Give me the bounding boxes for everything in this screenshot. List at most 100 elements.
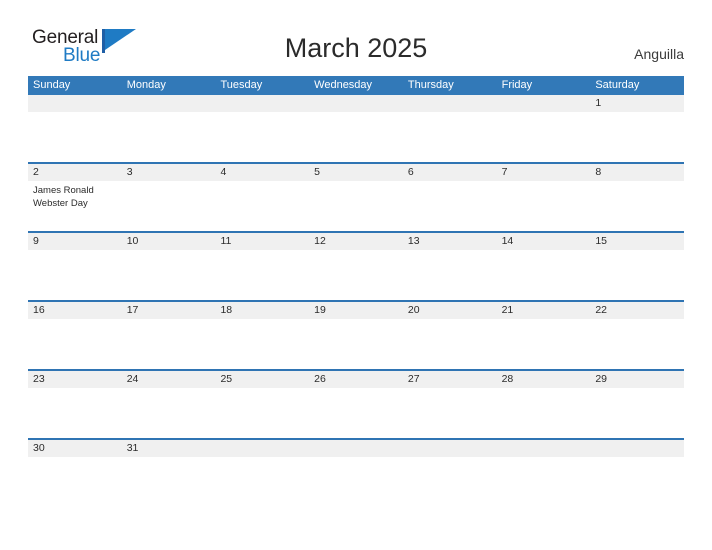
- day-cell[interactable]: [215, 319, 309, 369]
- week-event-band: [28, 319, 684, 369]
- week-row: 16 17 18 19 20 21 22: [28, 300, 684, 369]
- day-cell[interactable]: [309, 319, 403, 369]
- day-number[interactable]: 27: [403, 371, 497, 388]
- weekday-header-wednesday: Wednesday: [314, 79, 373, 91]
- page-title: March 2025: [284, 33, 428, 63]
- week-event-band: James Ronald Webster Day: [28, 181, 684, 231]
- day-cell: [309, 457, 403, 507]
- day-number[interactable]: 28: [497, 371, 591, 388]
- day-cell[interactable]: [403, 250, 497, 300]
- day-cell[interactable]: [122, 181, 216, 231]
- day-cell[interactable]: [28, 250, 122, 300]
- day-number[interactable]: 16: [28, 302, 122, 319]
- day-number[interactable]: 3: [122, 164, 216, 181]
- day-cell: [215, 457, 309, 507]
- day-number[interactable]: 2: [28, 164, 122, 181]
- week-event-band: [28, 457, 684, 507]
- day-number[interactable]: 19: [309, 302, 403, 319]
- day-number[interactable]: 6: [403, 164, 497, 181]
- day-number[interactable]: 9: [28, 233, 122, 250]
- day-number[interactable]: 18: [215, 302, 309, 319]
- day-number: [309, 440, 403, 457]
- day-cell[interactable]: [122, 319, 216, 369]
- day-number: [28, 95, 122, 112]
- day-cell[interactable]: [497, 319, 591, 369]
- day-number: [497, 95, 591, 112]
- day-cell[interactable]: [590, 181, 684, 231]
- day-cell[interactable]: [122, 457, 216, 507]
- day-cell[interactable]: [403, 319, 497, 369]
- day-number[interactable]: 11: [215, 233, 309, 250]
- day-number[interactable]: 4: [215, 164, 309, 181]
- day-number[interactable]: 12: [309, 233, 403, 250]
- day-cell[interactable]: James Ronald Webster Day: [28, 181, 122, 231]
- day-number: [403, 440, 497, 457]
- day-number: [309, 95, 403, 112]
- day-number: [497, 440, 591, 457]
- day-cell: [28, 112, 122, 162]
- day-number[interactable]: 24: [122, 371, 216, 388]
- weekday-header-tuesday: Tuesday: [220, 79, 263, 91]
- week-date-band: 30 31: [28, 440, 684, 457]
- day-number[interactable]: 14: [497, 233, 591, 250]
- day-cell[interactable]: [215, 388, 309, 438]
- weekday-header-friday: Friday: [501, 79, 533, 91]
- day-number[interactable]: 17: [122, 302, 216, 319]
- day-number[interactable]: 13: [403, 233, 497, 250]
- day-number[interactable]: 22: [590, 302, 684, 319]
- day-cell[interactable]: [28, 319, 122, 369]
- weekday-header-sunday: Sunday: [33, 79, 71, 91]
- day-cell[interactable]: [215, 250, 309, 300]
- day-cell[interactable]: [403, 388, 497, 438]
- day-cell[interactable]: [122, 388, 216, 438]
- week-date-band: 16 17 18 19 20 21 22: [28, 302, 684, 319]
- day-cell[interactable]: [309, 388, 403, 438]
- day-cell[interactable]: [309, 250, 403, 300]
- day-number: [590, 440, 684, 457]
- day-number[interactable]: 7: [497, 164, 591, 181]
- weekday-header-thursday: Thursday: [407, 79, 454, 91]
- day-number[interactable]: 26: [309, 371, 403, 388]
- day-cell: [590, 457, 684, 507]
- day-cell[interactable]: [590, 112, 684, 162]
- week-date-band: 23 24 25 26 27 28 29: [28, 371, 684, 388]
- day-cell[interactable]: [590, 388, 684, 438]
- location-label: Anguilla: [634, 46, 684, 62]
- day-cell[interactable]: [309, 181, 403, 231]
- calendar-grid: Sunday Monday Tuesday Wednesday Thursday…: [28, 76, 684, 507]
- page-header: General Blue March 2025 Anguilla: [0, 0, 712, 76]
- day-cell[interactable]: [497, 250, 591, 300]
- day-number[interactable]: 30: [28, 440, 122, 457]
- day-number[interactable]: 21: [497, 302, 591, 319]
- day-number[interactable]: 1: [590, 95, 684, 112]
- day-number[interactable]: 8: [590, 164, 684, 181]
- day-number[interactable]: 29: [590, 371, 684, 388]
- week-row: 2 3 4 5 6 7 8 James Ronald Webster Day: [28, 162, 684, 231]
- day-number[interactable]: 25: [215, 371, 309, 388]
- day-cell[interactable]: [497, 181, 591, 231]
- day-cell[interactable]: [590, 250, 684, 300]
- day-cell[interactable]: [403, 181, 497, 231]
- day-cell[interactable]: [215, 181, 309, 231]
- day-cell[interactable]: [28, 388, 122, 438]
- day-number[interactable]: 23: [28, 371, 122, 388]
- day-number[interactable]: 20: [403, 302, 497, 319]
- day-cell[interactable]: [28, 457, 122, 507]
- day-cell: [215, 112, 309, 162]
- day-number[interactable]: 10: [122, 233, 216, 250]
- day-cell[interactable]: [497, 388, 591, 438]
- day-number: [215, 440, 309, 457]
- weekday-header-monday: Monday: [126, 79, 166, 91]
- day-cell: [122, 112, 216, 162]
- day-number[interactable]: 31: [122, 440, 216, 457]
- day-cell[interactable]: [590, 319, 684, 369]
- day-number: [403, 95, 497, 112]
- day-number[interactable]: 5: [309, 164, 403, 181]
- day-cell[interactable]: [122, 250, 216, 300]
- day-cell: [403, 457, 497, 507]
- week-event-band: [28, 112, 684, 162]
- week-event-band: [28, 388, 684, 438]
- day-number[interactable]: 15: [590, 233, 684, 250]
- week-row: 23 24 25 26 27 28 29: [28, 369, 684, 438]
- day-cell: [497, 112, 591, 162]
